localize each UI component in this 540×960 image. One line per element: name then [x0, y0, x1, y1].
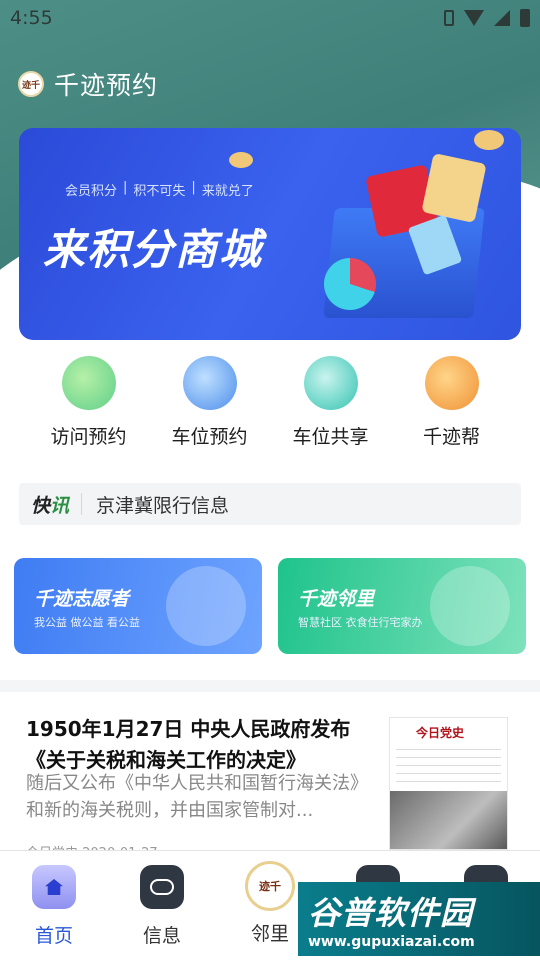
article-title: 1950年1月27日 中央人民政府发布《关于关税和海关工作的决定》 — [26, 717, 351, 772]
thumbnail-text-lines — [396, 749, 501, 789]
quick-menu-visit[interactable]: 访问预约 — [34, 356, 144, 466]
banner-tag-sep: | — [123, 180, 128, 195]
nav-home[interactable]: 首页 — [0, 851, 108, 960]
chat-bubble-icon — [150, 879, 174, 895]
news-badge-part: 快 — [31, 494, 51, 517]
volunteer-card[interactable]: 千迹志愿者 我公益 做公益 看公益 — [14, 558, 262, 654]
nav-label: 首页 — [34, 925, 73, 947]
watermark: 谷普软件园 www.gupuxiazai.com — [298, 882, 540, 956]
promo-title: 千迹邻里 — [298, 588, 375, 610]
banner-tag: 会员积分 — [65, 184, 118, 199]
article-summary: 随后又公布《中华人民共和国暂行海关法》和新的海关税则，并由国家管制对... — [26, 773, 368, 821]
banner-tags: 会员积分 | 积不可失 | 来就兑了 — [65, 180, 254, 199]
delivery-illustration — [430, 566, 510, 646]
banner-title: 来积分商城 — [43, 225, 264, 274]
app-header: 迹千 千迹预约 — [18, 64, 158, 104]
runner-illustration — [166, 566, 246, 646]
nav-label: 信息 — [142, 925, 181, 947]
watermark-name: 谷普软件园 — [308, 894, 474, 932]
app-title: 千迹预约 — [54, 71, 159, 100]
status-time: 4:55 — [10, 7, 53, 29]
promo-title: 千迹志愿者 — [34, 588, 130, 610]
thumbnail-title: 今日党史 — [416, 726, 465, 740]
quick-menu-label: 车位预约 — [171, 426, 248, 448]
pie-chart-illustration — [324, 258, 376, 310]
quick-menu-share[interactable]: 车位共享 — [276, 356, 386, 466]
banner-tag-sep: | — [191, 180, 196, 195]
news-badge: 快讯 — [19, 491, 81, 518]
status-bar: 4:55 — [0, 0, 540, 36]
news-ticker-text: 京津冀限行信息 — [96, 494, 230, 517]
coin-icon — [474, 130, 504, 150]
neighbor-card[interactable]: 千迹邻里 智慧社区 衣食住行宅家办 — [278, 558, 526, 654]
quick-menu-parking[interactable]: 车位预约 — [155, 356, 265, 466]
banner-tag: 积不可失 — [133, 184, 186, 199]
quick-menu-label: 千迹帮 — [422, 426, 480, 448]
ticker-divider — [81, 493, 83, 515]
news-badge-part: 讯 — [50, 494, 70, 517]
promo-subtitle: 我公益 做公益 看公益 — [34, 616, 140, 629]
app-logo-icon: 迹千 — [18, 71, 44, 97]
home-glyph-icon — [45, 879, 63, 895]
nav-label: 邻里 — [250, 923, 289, 945]
wifi-icon — [464, 10, 484, 26]
message-icon — [140, 865, 184, 909]
help-icon — [424, 356, 479, 410]
quick-menu-label: 访问预约 — [50, 426, 127, 448]
signal-icon — [494, 10, 510, 26]
quick-menu-label: 车位共享 — [292, 426, 369, 448]
vibrate-icon — [444, 10, 454, 26]
parking-appointment-icon — [182, 356, 237, 410]
quick-menu: 访问预约 车位预约 车位共享 千迹帮 — [0, 356, 540, 466]
section-divider — [0, 680, 540, 692]
status-icons — [444, 9, 530, 27]
neighbor-logo-icon: 迹千 — [245, 861, 295, 911]
news-ticker[interactable]: 快讯 京津冀限行信息 — [19, 483, 521, 525]
article-card[interactable]: 1950年1月27日 中央人民政府发布《关于关税和海关工作的决定》 随后又公布《… — [0, 692, 540, 861]
quick-menu-help[interactable]: 千迹帮 — [397, 356, 507, 466]
watermark-url: www.gupuxiazai.com — [308, 934, 475, 950]
battery-icon — [520, 9, 530, 27]
parking-share-icon — [303, 356, 358, 410]
home-icon — [32, 865, 76, 909]
promo-subtitle: 智慧社区 衣食住行宅家办 — [298, 616, 423, 629]
promo-row: 千迹志愿者 我公益 做公益 看公益 千迹邻里 智慧社区 衣食住行宅家办 — [14, 558, 526, 654]
banner-tag: 来就兑了 — [201, 184, 254, 199]
visit-appointment-icon — [61, 356, 116, 410]
thumbnail-photo — [390, 791, 507, 849]
article-thumbnail: 今日党史 — [389, 717, 508, 850]
coin-icon — [229, 152, 253, 168]
promo-banner[interactable]: 会员积分 | 积不可失 | 来就兑了 来积分商城 — [19, 128, 521, 340]
nav-messages[interactable]: 信息 — [108, 851, 216, 960]
